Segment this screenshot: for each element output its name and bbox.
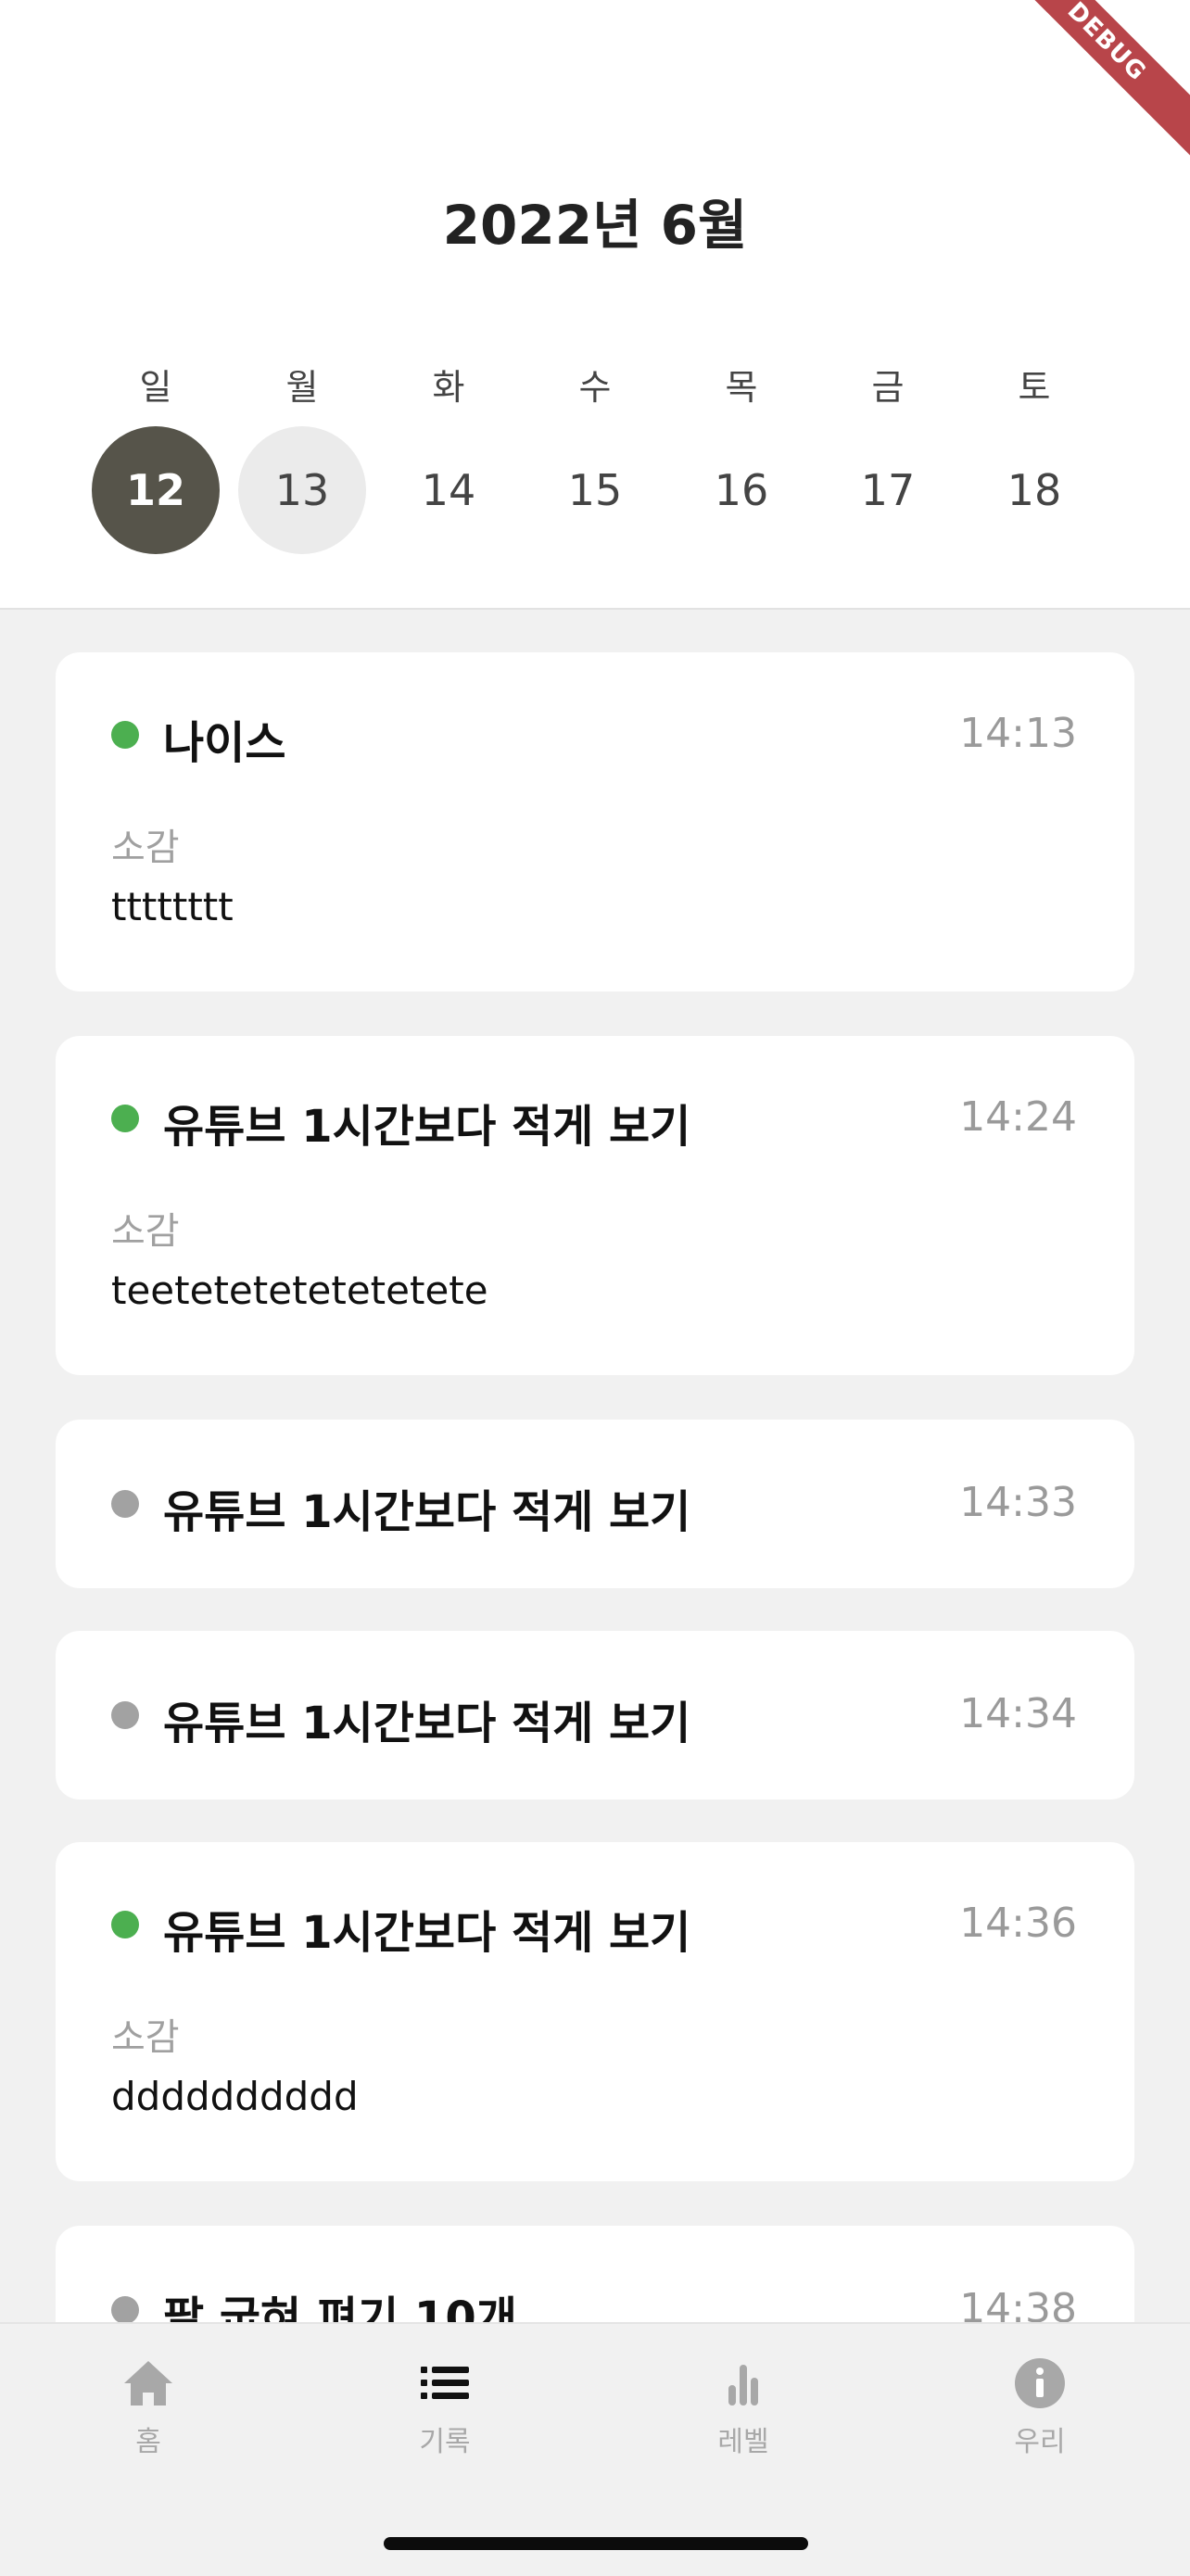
- record-card[interactable]: 유튜브 1시간보다 적게 보기 14:34: [56, 1631, 1134, 1799]
- weekday-label: 일: [139, 367, 172, 408]
- weekday-label: 수: [578, 367, 612, 408]
- tab-home[interactable]: 홈: [56, 2357, 241, 2459]
- status-dot: [111, 1701, 139, 1729]
- record-card[interactable]: 팔 굽혀 펴기 10개 14:38: [56, 2226, 1134, 2322]
- day-thu[interactable]: 목 16: [677, 360, 805, 545]
- weekday-label: 목: [725, 367, 758, 408]
- record-time: 14:36: [959, 1900, 1077, 1947]
- date-number[interactable]: 13: [238, 426, 366, 554]
- status-dot: [111, 2296, 139, 2322]
- date-number[interactable]: 15: [531, 426, 659, 554]
- record-title: 유튜브 1시간보다 적게 보기: [163, 1101, 691, 1153]
- home-indicator[interactable]: [384, 2537, 808, 2550]
- month-title[interactable]: 2022년 6월: [0, 182, 1190, 259]
- bar-chart-icon: [651, 2357, 836, 2413]
- home-icon: [56, 2357, 241, 2413]
- date-number[interactable]: 17: [824, 426, 952, 554]
- day-fri[interactable]: 금 17: [824, 360, 952, 545]
- record-card[interactable]: 유튜브 1시간보다 적게 보기 14:24 소감 teetetetetetete…: [56, 1036, 1134, 1375]
- note-label: 소감: [111, 1210, 180, 1253]
- date-number[interactable]: 18: [970, 426, 1098, 554]
- status-dot: [111, 1490, 139, 1518]
- day-tue[interactable]: 화 14: [385, 360, 513, 545]
- weekday-label: 토: [1018, 367, 1051, 408]
- tab-label: 기록: [419, 2426, 471, 2458]
- tab-records[interactable]: 기록: [352, 2357, 538, 2459]
- debug-banner: DEBUG: [993, 0, 1190, 156]
- record-card[interactable]: 나이스 14:13 소감 tttttttt: [56, 652, 1134, 991]
- tab-label: 레벨: [717, 2426, 769, 2458]
- calendar-header: DEBUG 2022년 6월 일 12 월 13 화 14 수 15 목 16 …: [0, 0, 1190, 610]
- record-time: 14:34: [959, 1690, 1077, 1737]
- note-text: tttttttt: [111, 884, 234, 929]
- note-label: 소감: [111, 2016, 180, 2059]
- tab-label: 홈: [135, 2426, 161, 2458]
- info-icon: [947, 2357, 1133, 2413]
- date-number[interactable]: 16: [677, 426, 805, 554]
- record-time: 14:38: [959, 2285, 1077, 2322]
- day-mon[interactable]: 월 13: [238, 360, 366, 554]
- weekday-label: 월: [285, 367, 319, 408]
- tab-level[interactable]: 레벨: [651, 2357, 836, 2459]
- status-dot: [111, 1911, 139, 1938]
- week-strip: 일 12 월 13 화 14 수 15 목 16 금 17 토 18: [0, 360, 1190, 554]
- record-time: 14:13: [959, 710, 1077, 757]
- record-time: 14:33: [959, 1479, 1077, 1526]
- record-card[interactable]: 유튜브 1시간보다 적게 보기 14:33: [56, 1420, 1134, 1588]
- note-text: dddddddddd: [111, 2074, 359, 2119]
- record-title: 유튜브 1시간보다 적게 보기: [163, 1486, 691, 1538]
- date-number[interactable]: 12: [92, 426, 220, 554]
- record-list[interactable]: 나이스 14:13 소감 tttttttt 유튜브 1시간보다 적게 보기 14…: [0, 610, 1190, 2322]
- record-title: 팔 굽혀 펴기 10개: [163, 2292, 517, 2322]
- status-dot: [111, 1105, 139, 1132]
- record-title: 나이스: [163, 717, 286, 769]
- list-icon: [352, 2357, 538, 2413]
- tab-us[interactable]: 우리: [947, 2357, 1133, 2459]
- note-text: teetetetetetetetete: [111, 1268, 488, 1313]
- record-title: 유튜브 1시간보다 적게 보기: [163, 1698, 691, 1749]
- record-card[interactable]: 유튜브 1시간보다 적게 보기 14:36 소감 dddddddddd: [56, 1842, 1134, 2181]
- note-label: 소감: [111, 827, 180, 869]
- record-time: 14:24: [959, 1093, 1077, 1141]
- weekday-label: 화: [432, 367, 465, 408]
- date-number[interactable]: 14: [385, 426, 513, 554]
- record-title: 유튜브 1시간보다 적게 보기: [163, 1907, 691, 1959]
- day-sat[interactable]: 토 18: [970, 360, 1098, 545]
- tab-label: 우리: [1014, 2426, 1066, 2458]
- day-sun[interactable]: 일 12: [92, 360, 220, 554]
- status-dot: [111, 721, 139, 749]
- weekday-label: 금: [871, 367, 905, 408]
- day-wed[interactable]: 수 15: [531, 360, 659, 545]
